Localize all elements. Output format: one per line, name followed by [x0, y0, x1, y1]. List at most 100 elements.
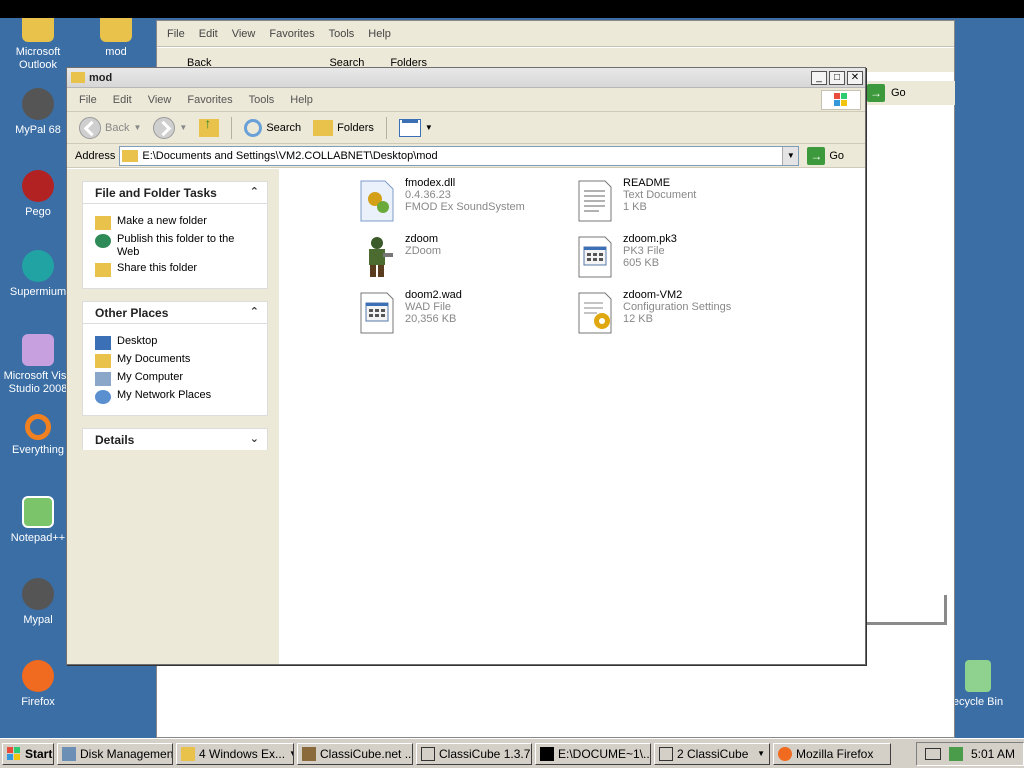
- taskbar-windows-explorer-group[interactable]: 4 Windows Ex... ▼: [176, 742, 294, 765]
- go-button[interactable]: → Go: [807, 146, 844, 165]
- taskbar-mozilla-firefox[interactable]: Mozilla Firefox: [773, 742, 891, 765]
- task-label: Make a new folder: [117, 215, 207, 227]
- clock[interactable]: 5:01 AM: [971, 747, 1015, 761]
- file-item-zdoom[interactable]: zdoom ZDoom: [357, 233, 567, 281]
- folders-button[interactable]: Folders: [309, 115, 378, 141]
- close-button[interactable]: ✕: [847, 70, 863, 85]
- taskbar-classicube-net[interactable]: ClassiCube.net ...: [297, 742, 413, 765]
- back-menu-file[interactable]: File: [167, 28, 185, 40]
- address-dropdown-icon[interactable]: ▼: [782, 146, 799, 165]
- place-label: My Documents: [117, 353, 191, 365]
- file-version: 0.4.36.23: [405, 189, 451, 201]
- views-button[interactable]: ▼: [395, 115, 437, 141]
- up-folder-button[interactable]: ↑: [195, 115, 223, 141]
- start-button[interactable]: Start: [2, 742, 54, 765]
- desktop-icon-firefox[interactable]: Firefox: [0, 660, 76, 709]
- other-places-header[interactable]: Other Places ⌃: [82, 301, 268, 323]
- menu-edit[interactable]: Edit: [113, 94, 132, 106]
- panel-title: Other Places: [95, 305, 169, 320]
- file-item-readme[interactable]: README Text Document 1 KB: [575, 177, 785, 225]
- firefox-icon: [22, 660, 54, 692]
- menu-help[interactable]: Help: [290, 94, 313, 106]
- details-header[interactable]: Details ⌄: [82, 428, 268, 450]
- explorer-window[interactable]: mod _ □ ✕ File Edit View Favorites Tools…: [66, 67, 866, 665]
- back-menu-view[interactable]: View: [232, 28, 256, 40]
- file-item-zdoom-vm2[interactable]: zdoom-VM2 Configuration Settings 12 KB: [575, 289, 785, 337]
- desktop-icon-label: Everything: [12, 444, 64, 456]
- desktop-icon-mypal[interactable]: Mypal: [0, 578, 76, 627]
- back-button[interactable]: Back ▼: [75, 115, 145, 141]
- task-share-folder[interactable]: Share this folder: [95, 262, 257, 277]
- taskbar-label: Mozilla Firefox: [796, 746, 874, 761]
- place-my-network[interactable]: My Network Places: [95, 389, 257, 404]
- taskbar-command-prompt[interactable]: E:\DOCUME~1\...: [535, 742, 651, 765]
- place-desktop[interactable]: Desktop: [95, 335, 257, 350]
- supermium-icon: [22, 250, 54, 282]
- go-arrow-icon: →: [867, 84, 885, 102]
- network-tray-icon[interactable]: [948, 746, 963, 761]
- forward-arrow-icon: [153, 116, 176, 139]
- taskbar-disk-management[interactable]: Disk Management: [57, 742, 173, 765]
- file-size: 605 KB: [623, 257, 660, 269]
- panel-title: File and Folder Tasks: [95, 185, 217, 200]
- desktop-icon-visual-studio[interactable]: Microsoft Visu Studio 2008: [0, 334, 76, 396]
- collapse-icon: ⌃: [249, 186, 259, 198]
- chevron-down-icon: ▼: [179, 123, 188, 132]
- window-title: mod: [89, 71, 113, 84]
- task-publish-folder[interactable]: Publish this folder to the Web: [95, 233, 257, 259]
- desktop-icon-supermium[interactable]: Supermium: [0, 250, 76, 299]
- taskbar-classicube-137[interactable]: ClassiCube 1.3.7: [416, 742, 532, 765]
- place-my-documents[interactable]: My Documents: [95, 353, 257, 368]
- menu-favorites[interactable]: Favorites: [187, 94, 232, 106]
- desktop-icon-mod[interactable]: mod: [78, 18, 154, 59]
- desktop-icon-label: MyPal 68: [15, 124, 61, 136]
- menu-tools[interactable]: Tools: [249, 94, 275, 106]
- back-menu-edit[interactable]: Edit: [199, 28, 218, 40]
- desktop-icon-pego[interactable]: Pego: [0, 170, 76, 219]
- taskbar-label: E:\DOCUME~1\...: [558, 746, 651, 761]
- place-my-computer[interactable]: My Computer: [95, 371, 257, 386]
- file-item-doom2-wad[interactable]: doom2.wad WAD File 20,356 KB: [357, 289, 567, 337]
- title-bar[interactable]: mod _ □ ✕: [67, 68, 865, 88]
- task-make-new-folder[interactable]: Make a new folder: [95, 215, 257, 230]
- keyboard-icon[interactable]: [924, 747, 941, 760]
- file-item-zdoom-pk3[interactable]: zdoom.pk3 PK3 File 605 KB: [575, 233, 785, 281]
- desktop-icon-label: Notepad++: [10, 532, 66, 544]
- minimize-button[interactable]: _: [811, 70, 827, 85]
- address-input[interactable]: E:\Documents and Settings\VM2.COLLABNET\…: [119, 145, 800, 166]
- file-type: ZDoom: [405, 245, 442, 257]
- menu-file[interactable]: File: [79, 94, 97, 106]
- back-address-go[interactable]: → Go: [857, 81, 955, 105]
- menu-view[interactable]: View: [148, 94, 172, 106]
- desktop-icon-mypal68[interactable]: MyPal 68: [0, 88, 76, 137]
- maximize-button[interactable]: □: [829, 70, 845, 85]
- desktop-icon-notepadpp[interactable]: Notepad++: [0, 496, 76, 545]
- taskbar-classicube-group[interactable]: 2 ClassiCube ▼: [654, 742, 770, 765]
- forward-button[interactable]: ▼: [149, 115, 191, 141]
- back-menu-help[interactable]: Help: [368, 28, 391, 40]
- address-label: Address: [75, 149, 116, 162]
- desktop-icon-label: mod: [105, 46, 127, 58]
- chevron-down-icon: ▼: [133, 123, 142, 132]
- menubar: File Edit View Favorites Tools Help: [67, 88, 865, 112]
- file-folder-tasks-header[interactable]: File and Folder Tasks ⌃: [82, 181, 268, 203]
- folder-icon: [181, 746, 195, 761]
- text-document-icon: [575, 177, 615, 225]
- window-body: File and Folder Tasks ⌃ Make a new folde…: [67, 169, 865, 664]
- back-menu-favorites[interactable]: Favorites: [269, 28, 314, 40]
- back-menu-tools[interactable]: Tools: [329, 28, 355, 40]
- panel-body: Desktop My Documents My Computer My Netw…: [82, 323, 268, 416]
- details-panel: Details ⌄: [82, 428, 268, 450]
- raccoon-icon: [22, 578, 54, 610]
- recycle-bin-icon: [965, 660, 991, 692]
- file-name: zdoom-VM2: [623, 289, 683, 301]
- file-name: zdoom: [405, 233, 439, 245]
- desktop-icon-everything[interactable]: Everything: [0, 414, 76, 457]
- network-icon: [95, 390, 111, 404]
- file-item-fmodex[interactable]: fmodex.dll 0.4.36.23 FMOD Ex SoundSystem: [357, 177, 567, 225]
- desktop-icon-outlook[interactable]: Microsoft Outlook: [0, 18, 76, 72]
- search-button[interactable]: Search: [240, 115, 305, 141]
- file-name: doom2.wad: [405, 289, 462, 301]
- folder-icon: [100, 18, 132, 42]
- taskbar-label: ClassiCube 1.3.7: [439, 746, 531, 761]
